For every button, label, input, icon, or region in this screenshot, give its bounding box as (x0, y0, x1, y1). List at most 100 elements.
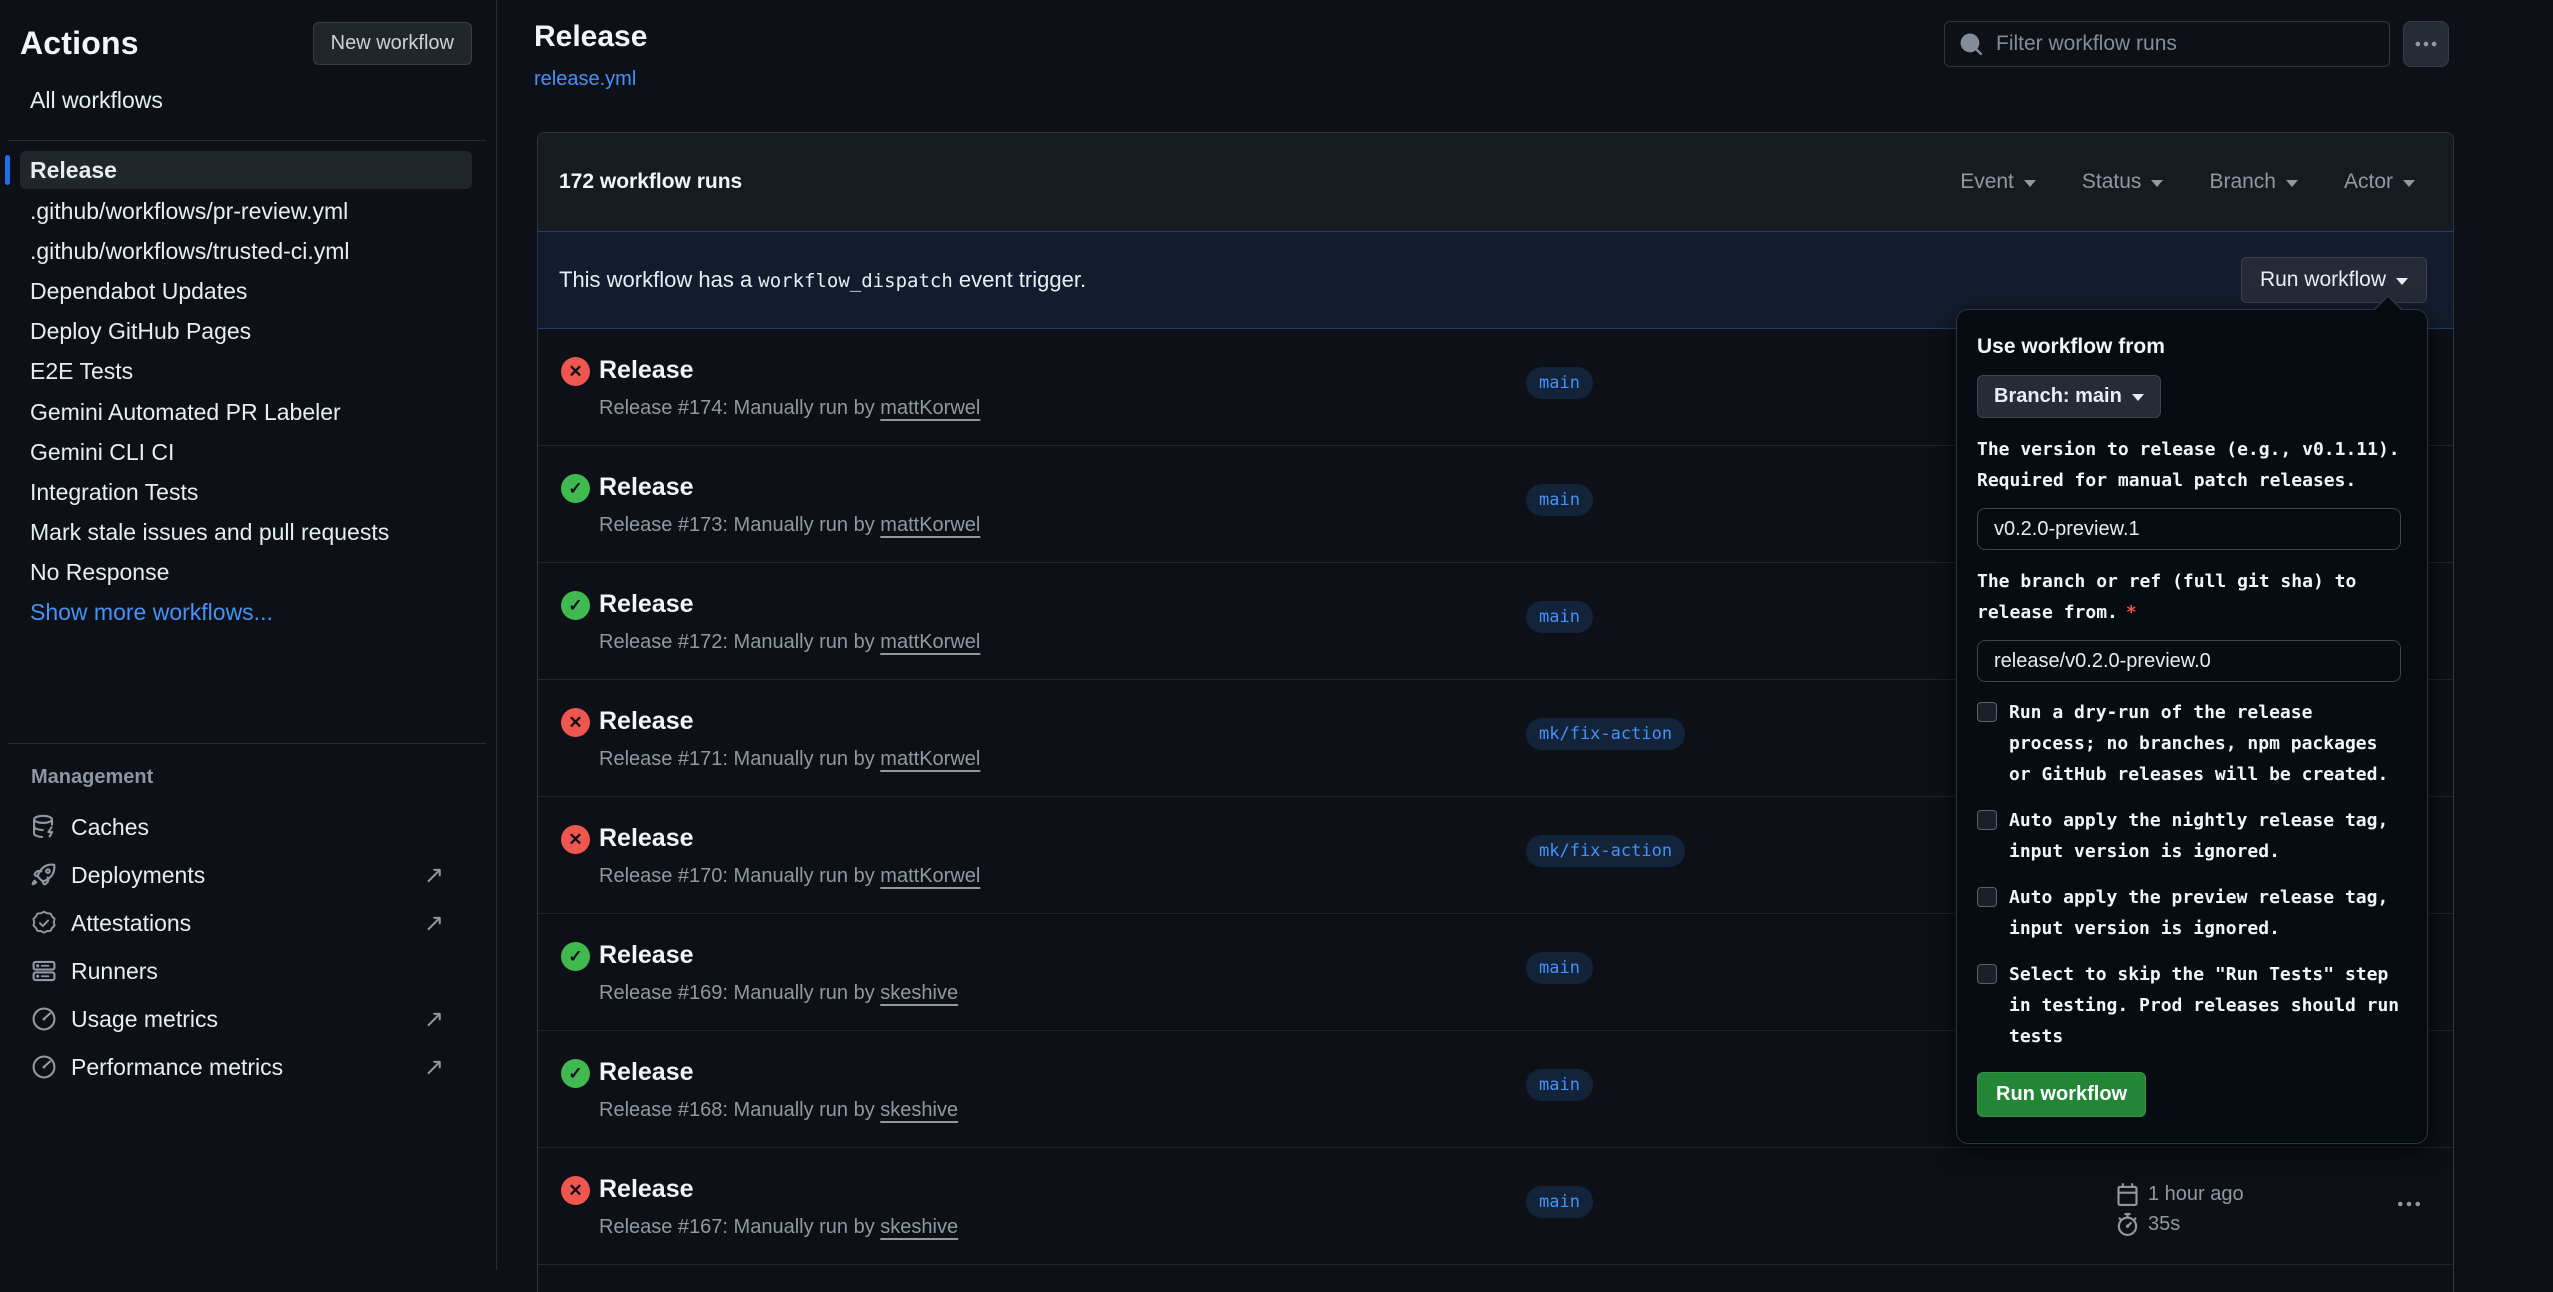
version-input[interactable] (1977, 508, 2401, 550)
sidebar-workflow-item[interactable]: .github/workflows/trusted-ci.yml (0, 231, 472, 271)
run-title-link[interactable]: Release (599, 941, 694, 970)
management-item-label: Performance metrics (71, 1054, 283, 1081)
run-description: Release #172: Manually run by mattKorwel (599, 631, 980, 654)
management-item[interactable]: Caches ↗ (0, 803, 472, 851)
sidebar-workflow-item[interactable]: .github/workflows/pr-review.yml (0, 191, 472, 231)
run-description: Release #167: Manually run by skeshive (599, 1216, 958, 1239)
run-branch-badge[interactable]: main (1526, 952, 1593, 984)
run-actor-link[interactable]: skeshive (880, 982, 958, 1004)
run-branch-badge[interactable]: main (1526, 1069, 1593, 1101)
search-icon (1959, 32, 1984, 57)
run-actor-link[interactable]: mattKorwel (880, 865, 980, 887)
run-time: 1 hour ago (2148, 1183, 2244, 1206)
kebab-icon (2413, 31, 2439, 57)
management-item[interactable]: Runners ↗ (0, 947, 472, 995)
run-actor-link[interactable]: skeshive (880, 1216, 958, 1238)
sidebar-workflow-item[interactable]: Show more workflows... (0, 593, 472, 633)
dropdown-checkbox-row: Auto apply the nightly release tag, inpu… (1977, 805, 2401, 867)
checkbox[interactable] (1977, 702, 1997, 722)
run-title-link[interactable]: Release (599, 707, 694, 736)
run-actor-link[interactable]: skeshive (880, 1099, 958, 1121)
use-workflow-from-heading: Use workflow from (1977, 335, 2401, 359)
all-workflows-link[interactable]: All workflows (30, 87, 163, 114)
checkbox[interactable] (1977, 964, 1997, 984)
checkbox-label: Auto apply the preview release tag, inpu… (2009, 882, 2388, 944)
banner-text: This workflow has a workflow_dispatch ev… (559, 267, 1086, 293)
workflow-list: Release .github/workflows/pr-review.yml … (0, 151, 472, 633)
sidebar-workflow-item[interactable]: Mark stale issues and pull requests (0, 513, 472, 553)
new-workflow-button[interactable]: New workflow (313, 22, 472, 65)
management-item[interactable]: Performance metrics ↗ (0, 1043, 472, 1091)
sidebar-workflow-item[interactable]: Dependabot Updates (0, 271, 472, 311)
checkbox[interactable] (1977, 887, 1997, 907)
run-branch-badge[interactable]: main (1526, 484, 1593, 516)
runs-filter-dropdown[interactable]: Branch (2209, 170, 2298, 194)
management-item[interactable]: Deployments ↗ (0, 851, 472, 899)
actions-sidebar: Actions New workflow All workflows Relea… (0, 0, 497, 1270)
workflow-item-label: Deploy GitHub Pages (30, 318, 251, 345)
run-branch-badge[interactable]: mk/fix-action (1526, 718, 1685, 750)
checkbox[interactable] (1977, 810, 1997, 830)
ref-input[interactable] (1977, 640, 2401, 682)
sidebar-workflow-item[interactable]: E2E Tests (0, 352, 472, 392)
run-branch-badge[interactable]: main (1526, 367, 1593, 399)
run-title-link[interactable]: Release (599, 1175, 694, 1204)
cache-icon (31, 814, 57, 840)
run-title-link[interactable]: Release (599, 590, 694, 619)
runs-list-header: 172 workflow runs Event Status Branch Ac… (538, 133, 2453, 231)
management-heading: Management (31, 766, 153, 789)
checkbox-label: Select to skip the "Run Tests" step in t… (2009, 959, 2399, 1052)
page-more-options-button[interactable] (2403, 21, 2449, 67)
run-more-options-button[interactable] (2395, 1190, 2425, 1223)
run-description: Release #171: Manually run by mattKorwel (599, 748, 980, 771)
dropdown-checkbox-list: Run a dry-run of the release process; no… (1977, 697, 2401, 1052)
run-branch-badge[interactable]: main (1526, 601, 1593, 633)
workflow-page-title: Release (534, 20, 647, 54)
run-status-icon (561, 942, 590, 971)
sidebar-workflow-item[interactable]: No Response (0, 553, 472, 593)
workflow-item-label: Show more workflows... (30, 599, 273, 626)
calendar-icon (2116, 1183, 2139, 1206)
run-actor-link[interactable]: mattKorwel (880, 397, 980, 419)
chevron-down-icon (2024, 180, 2036, 187)
run-actor-link[interactable]: mattKorwel (880, 514, 980, 536)
workflow-file-link[interactable]: release.yml (534, 68, 636, 91)
run-title-link[interactable]: Release (599, 473, 694, 502)
sidebar-workflow-item[interactable]: Deploy GitHub Pages (0, 312, 472, 352)
runs-filter-dropdown[interactable]: Status (2082, 170, 2164, 194)
runs-filter-dropdown[interactable]: Event (1960, 170, 2036, 194)
run-status-icon (561, 1176, 590, 1205)
branch-select-button[interactable]: Branch: main (1977, 375, 2161, 418)
run-description: Release #168: Manually run by skeshive (599, 1099, 958, 1122)
chevron-down-icon (2396, 278, 2408, 285)
run-status-icon (561, 825, 590, 854)
run-branch-badge[interactable]: mk/fix-action (1526, 835, 1685, 867)
run-actor-link[interactable]: mattKorwel (880, 748, 980, 770)
runs-filters: Event Status Branch Actor (1960, 170, 2415, 194)
filter-workflow-runs-input[interactable] (1996, 32, 2375, 56)
filter-workflow-runs-box[interactable] (1944, 21, 2390, 67)
chevron-down-icon (2132, 394, 2144, 401)
sidebar-workflow-item[interactable]: Gemini CLI CI (0, 432, 472, 472)
dropdown-checkbox-row: Auto apply the preview release tag, inpu… (1977, 882, 2401, 944)
run-description: Release #174: Manually run by mattKorwel (599, 397, 980, 420)
management-item[interactable]: Usage metrics ↗ (0, 995, 472, 1043)
run-status-icon (561, 591, 590, 620)
runs-count: 172 workflow runs (559, 170, 742, 194)
run-actor-link[interactable]: mattKorwel (880, 631, 980, 653)
runs-filter-dropdown[interactable]: Actor (2344, 170, 2415, 194)
run-title-link[interactable]: Release (599, 824, 694, 853)
stopwatch-icon (2116, 1213, 2139, 1236)
sidebar-workflow-item[interactable]: Integration Tests (0, 472, 472, 512)
run-title-link[interactable]: Release (599, 1058, 694, 1087)
run-workflow-submit-button[interactable]: Run workflow (1977, 1072, 2146, 1117)
run-title-link[interactable]: Release (599, 356, 694, 385)
dropdown-checkbox-row: Run a dry-run of the release process; no… (1977, 697, 2401, 790)
sidebar-workflow-item[interactable]: Release (20, 151, 472, 189)
sidebar-divider (8, 743, 486, 744)
management-item[interactable]: Attestations ↗ (0, 899, 472, 947)
sidebar-divider (8, 140, 486, 141)
run-description: Release #173: Manually run by mattKorwel (599, 514, 980, 537)
sidebar-workflow-item[interactable]: Gemini Automated PR Labeler (0, 392, 472, 432)
run-branch-badge[interactable]: main (1526, 1186, 1593, 1218)
